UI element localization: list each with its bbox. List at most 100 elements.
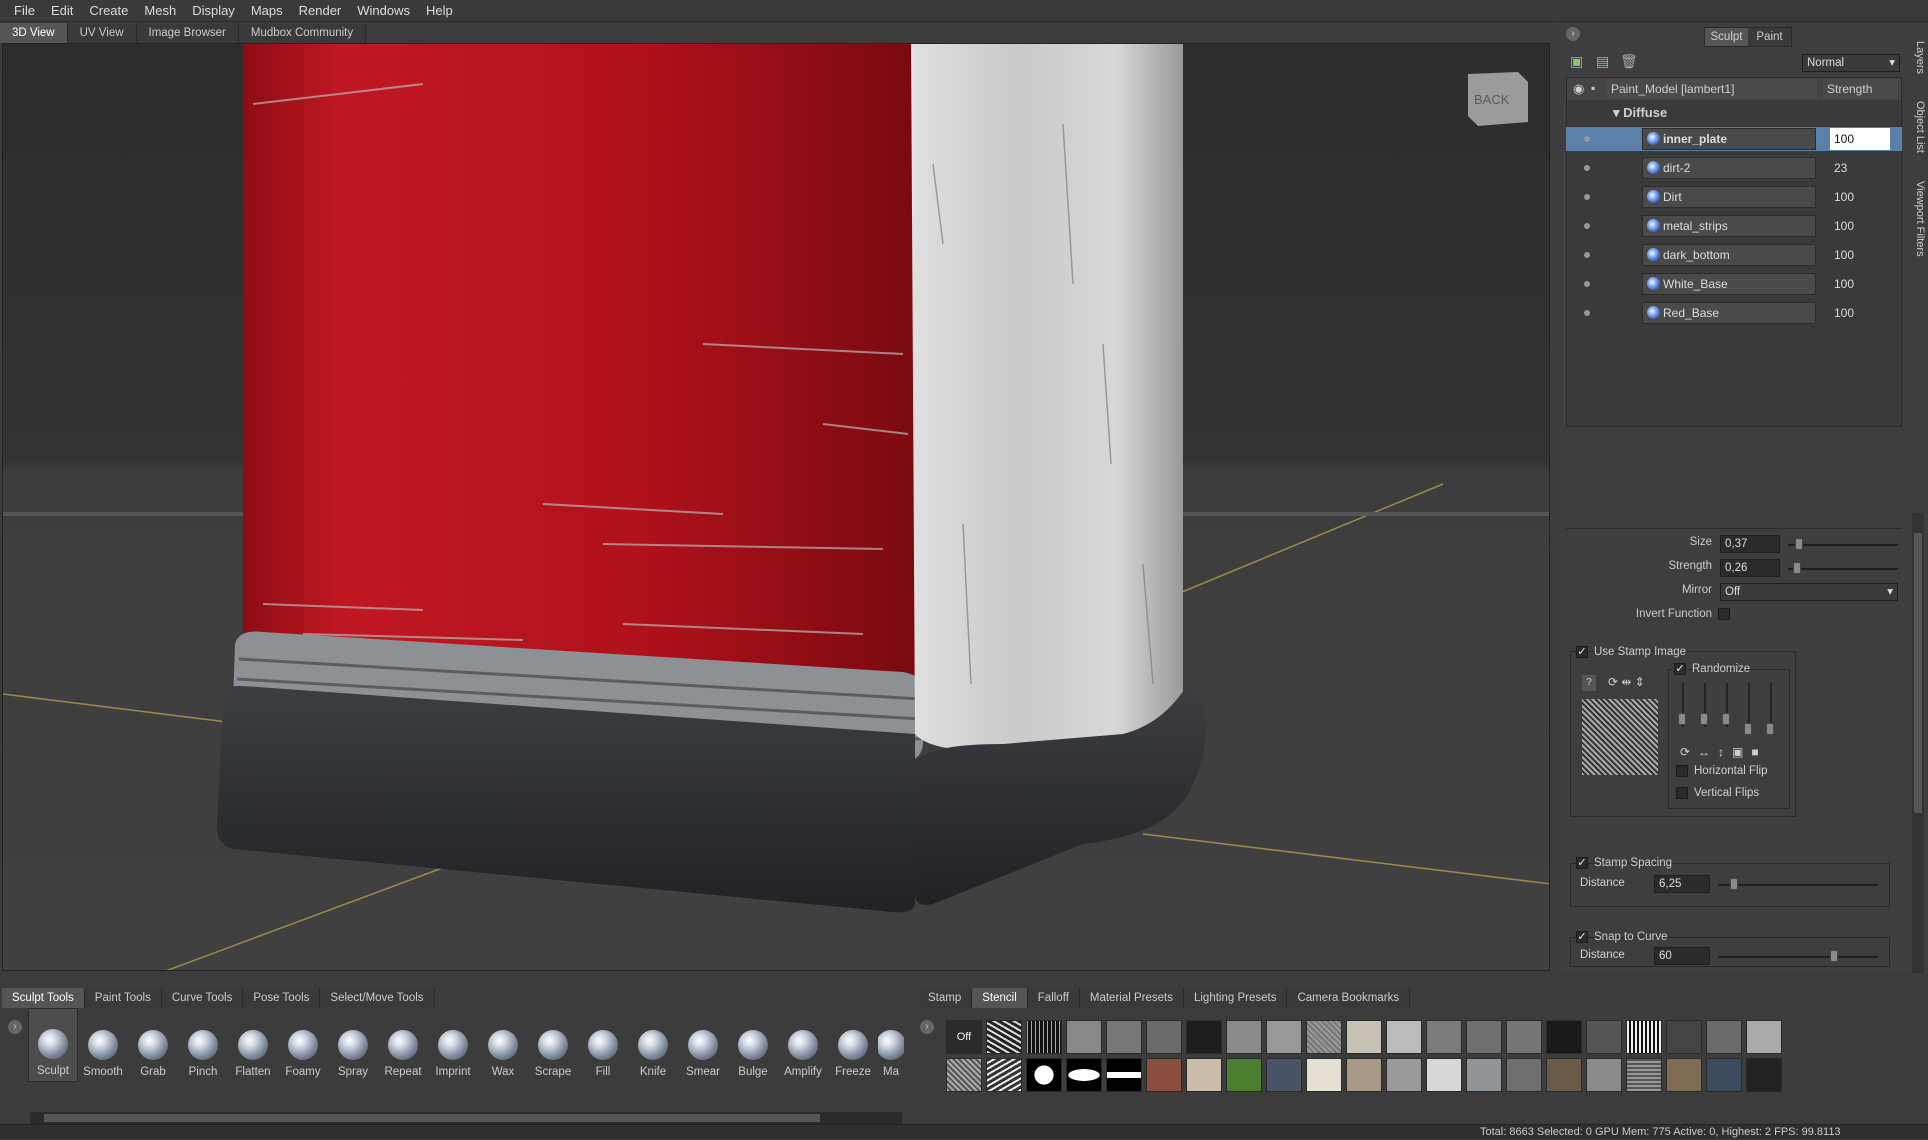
stencil-swatch[interactable] (986, 1020, 1022, 1054)
randomize-sliders[interactable] (1678, 683, 1778, 735)
layer-strength[interactable]: 100 (1830, 273, 1892, 295)
use-stamp-checkbox[interactable]: ✓ (1576, 646, 1588, 658)
duplicate-layer-icon[interactable]: ▤ (1596, 53, 1612, 69)
stencil-swatch[interactable] (1706, 1058, 1742, 1092)
tab-pose-tools[interactable]: Pose Tools (243, 988, 321, 1008)
tab-mudbox-community[interactable]: Mudbox Community (238, 23, 367, 43)
stencil-swatch[interactable] (986, 1058, 1022, 1092)
side-tab-object-list[interactable]: Object List (1914, 101, 1926, 153)
layer-group-diffuse[interactable]: ▾ Diffuse (1609, 102, 1779, 124)
invert-function-checkbox[interactable] (1718, 608, 1730, 620)
tool-pinch[interactable]: Pinch (178, 1008, 228, 1082)
tab-image-browser[interactable]: Image Browser (136, 23, 239, 43)
distance-slider[interactable] (1718, 884, 1878, 886)
stencil-swatch[interactable] (1666, 1020, 1702, 1054)
stencil-swatch[interactable] (1506, 1058, 1542, 1092)
stencil-swatch[interactable] (1226, 1058, 1262, 1092)
stencil-swatch[interactable] (1626, 1020, 1662, 1054)
tool-wax[interactable]: Wax (478, 1008, 528, 1082)
delete-layer-icon[interactable]: 🗑 (1620, 53, 1638, 69)
strength-slider[interactable] (1788, 568, 1898, 570)
stencil-swatch[interactable] (1426, 1058, 1462, 1092)
tool-scrape[interactable]: Scrape (528, 1008, 578, 1082)
tool-smooth[interactable]: Smooth (78, 1008, 128, 1082)
stencil-swatch[interactable] (1666, 1058, 1702, 1092)
stencil-swatch[interactable] (1026, 1058, 1062, 1092)
layer-row[interactable]: dark_bottom 100 (1576, 243, 1912, 271)
layer-strength[interactable]: 100 (1830, 244, 1892, 266)
stencil-swatch[interactable] (1586, 1020, 1622, 1054)
tool-spray[interactable]: Spray (328, 1008, 378, 1082)
horizontal-flip-checkbox[interactable] (1676, 765, 1688, 777)
tool-flatten[interactable]: Flatten (228, 1008, 278, 1082)
3d-viewport[interactable]: BACK (2, 43, 1550, 971)
stencil-swatch[interactable] (1106, 1020, 1142, 1054)
stamp-preview-image[interactable] (1582, 699, 1658, 775)
stencil-swatch[interactable] (1346, 1058, 1382, 1092)
tab-camera-bookmarks[interactable]: Camera Bookmarks (1287, 988, 1411, 1008)
tool-smear[interactable]: Smear (678, 1008, 728, 1082)
size-slider-handle[interactable] (1795, 538, 1803, 550)
layer-row[interactable]: Red_Base 100 (1576, 301, 1912, 329)
tool-sculpt[interactable]: Sculpt (28, 1008, 78, 1082)
stencil-swatch[interactable] (1106, 1058, 1142, 1092)
stencil-swatch[interactable] (1066, 1058, 1102, 1092)
stamp-tray-collapse-icon[interactable]: › (920, 1020, 934, 1034)
menu-display[interactable]: Display (184, 3, 243, 18)
tool-knife[interactable]: Knife (628, 1008, 678, 1082)
sculpt-mode-tab[interactable]: Sculpt (1705, 28, 1748, 46)
layer-strength[interactable]: 100 (1830, 128, 1890, 150)
stencil-swatch[interactable] (1626, 1058, 1662, 1092)
menu-edit[interactable]: Edit (43, 3, 81, 18)
stencil-swatch[interactable] (1306, 1020, 1342, 1054)
stencil-swatch[interactable] (1746, 1020, 1782, 1054)
visibility-eye-icon[interactable]: ◉ (1573, 81, 1584, 97)
side-tab-viewport-filters[interactable]: Viewport Filters (1914, 181, 1926, 257)
tab-lighting-presets[interactable]: Lighting Presets (1183, 988, 1288, 1008)
tool-foamy[interactable]: Foamy (278, 1008, 328, 1082)
tray-collapse-icon[interactable]: › (8, 1020, 22, 1034)
tab-falloff[interactable]: Falloff (1027, 988, 1080, 1008)
tab-3d-view[interactable]: 3D View (0, 23, 68, 43)
stencil-swatch[interactable] (1426, 1020, 1462, 1054)
menu-windows[interactable]: Windows (349, 3, 418, 18)
layer-row[interactable]: Dirt 100 (1576, 185, 1912, 213)
tab-select-move-tools[interactable]: Select/Move Tools (320, 988, 435, 1008)
blend-mode-select[interactable]: Normal ▾ (1802, 54, 1900, 72)
layer-row[interactable]: White_Base 100 (1576, 272, 1912, 300)
side-tab-layers[interactable]: Layers (1914, 41, 1926, 74)
layer-strength[interactable]: 100 (1830, 302, 1892, 324)
tab-material-presets[interactable]: Material Presets (1079, 988, 1184, 1008)
distance-input[interactable]: 6,25 (1654, 875, 1710, 893)
tab-sculpt-tools[interactable]: Sculpt Tools (2, 988, 85, 1008)
menu-create[interactable]: Create (81, 3, 136, 18)
layer-row[interactable]: dirt-2 23 (1576, 156, 1912, 184)
stencil-swatch[interactable] (1266, 1058, 1302, 1092)
tool-bulge[interactable]: Bulge (728, 1008, 778, 1082)
tab-uv-view[interactable]: UV View (67, 23, 137, 43)
stencil-swatch[interactable] (1186, 1058, 1222, 1092)
stencil-swatch[interactable] (1146, 1058, 1182, 1092)
menu-render[interactable]: Render (291, 3, 350, 18)
tool-mask[interactable]: Ma (878, 1008, 904, 1082)
stencil-swatch[interactable] (1066, 1020, 1102, 1054)
stamp-rotate-icons[interactable]: ⟳ ⇹ ⇕ (1608, 675, 1645, 689)
tool-amplify[interactable]: Amplify (778, 1008, 828, 1082)
vertical-flips-checkbox[interactable] (1676, 787, 1688, 799)
strength-slider-handle[interactable] (1793, 562, 1801, 574)
tab-stamp[interactable]: Stamp (918, 988, 973, 1008)
snap-distance-slider[interactable] (1718, 956, 1878, 958)
tool-grab[interactable]: Grab (128, 1008, 178, 1082)
distance-slider-handle[interactable] (1730, 878, 1738, 890)
paint-mode-tab[interactable]: Paint (1748, 28, 1791, 46)
snap-distance-slider-handle[interactable] (1830, 950, 1838, 962)
view-cube[interactable]: BACK (1468, 72, 1528, 126)
layer-row[interactable]: inner_plate 100 (1576, 127, 1912, 155)
stencil-swatch[interactable] (1466, 1058, 1502, 1092)
stencil-swatch[interactable] (1306, 1058, 1342, 1092)
snap-distance-input[interactable]: 60 (1654, 947, 1710, 965)
panel-collapse-icon[interactable]: › (1566, 27, 1580, 41)
stencil-swatch[interactable] (1146, 1020, 1182, 1054)
size-input[interactable]: 0,37 (1720, 535, 1780, 553)
layer-strength[interactable]: 23 (1830, 157, 1892, 179)
